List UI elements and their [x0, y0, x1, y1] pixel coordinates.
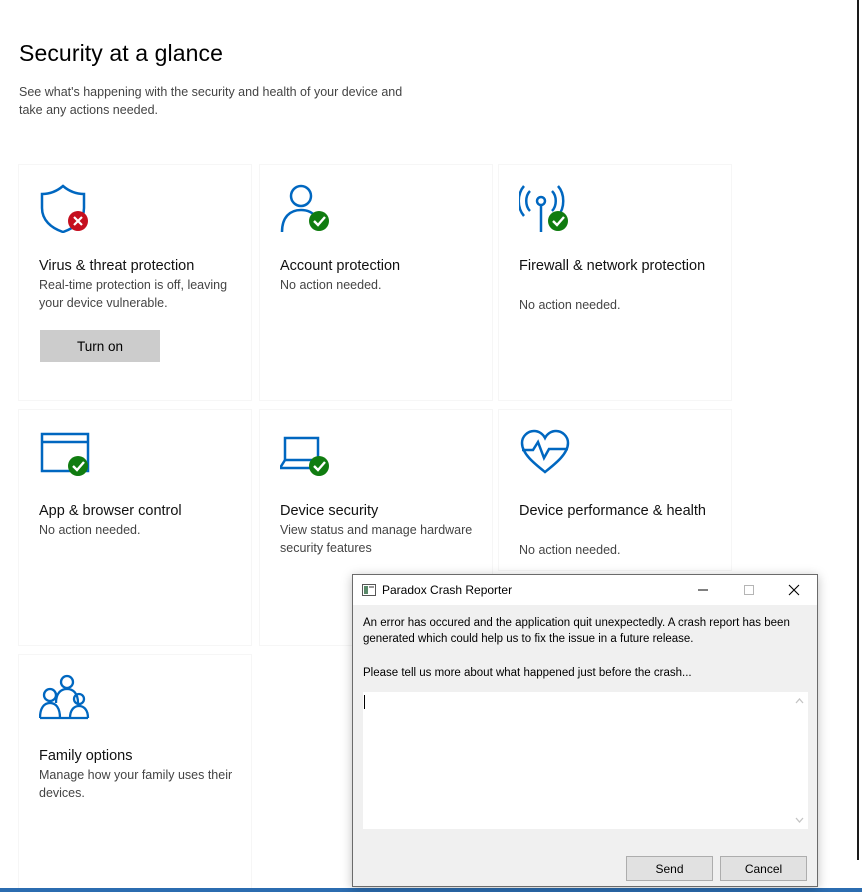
shield-error-icon: [40, 184, 88, 233]
card-title: Device security: [280, 503, 379, 519]
turn-on-button[interactable]: Turn on: [40, 330, 160, 362]
minimize-button[interactable]: [680, 575, 726, 605]
browser-check-icon: [40, 432, 90, 476]
card-app-browser-control[interactable]: App & browser control No action needed.: [19, 410, 251, 645]
firewall-check-icon: [519, 185, 568, 232]
card-account-protection[interactable]: Account protection No action needed.: [260, 165, 492, 400]
dialog-title: Paradox Crash Reporter: [382, 583, 513, 597]
scroll-up-arrow-icon[interactable]: [791, 694, 808, 708]
laptop-check-icon: [280, 436, 329, 476]
error-message: An error has occured and the application…: [363, 617, 790, 645]
card-virus-threat-protection[interactable]: Virus & threat protection Real-time prot…: [19, 165, 251, 400]
card-title: Firewall & network protection: [519, 258, 706, 274]
card-description: Real-time protection is off, leaving you…: [39, 278, 228, 310]
crash-reporter-dialog: Paradox Crash Reporter An error has occu…: [352, 574, 818, 887]
card-device-performance-health[interactable]: Device performance & health No action ne…: [499, 410, 731, 570]
heart-health-icon: [520, 429, 570, 474]
card-title: App & browser control: [39, 503, 182, 519]
card-title: Account protection: [280, 258, 401, 274]
family-icon: [39, 674, 90, 720]
app-window-icon: [362, 584, 376, 596]
card-description: No action needed.: [519, 298, 621, 312]
cancel-button[interactable]: Cancel: [720, 856, 807, 881]
scrollbar-track[interactable]: [857, 0, 859, 860]
page-subtitle: See what's happening with the security a…: [19, 85, 403, 117]
bottom-accent-bar: [0, 888, 862, 892]
card-family-options[interactable]: Family options Manage how your family us…: [19, 655, 251, 888]
card-title: Device performance & health: [519, 503, 706, 519]
card-description: No action needed.: [280, 278, 382, 292]
card-description: No action needed.: [39, 523, 141, 537]
crash-prompt-label: Please tell us more about what happened …: [363, 667, 692, 679]
card-description: View status and manage hardware security…: [280, 523, 473, 555]
page-title: Security at a glance: [19, 40, 224, 66]
maximize-button[interactable]: [726, 575, 772, 605]
crash-description-textarea[interactable]: [363, 692, 791, 829]
textarea-scrollbar[interactable]: [791, 692, 808, 829]
card-description: Manage how your family uses their device…: [39, 768, 233, 800]
text-caret: [364, 695, 365, 709]
card-title: Virus & threat protection: [39, 258, 195, 274]
page-scrollbar[interactable]: [852, 0, 862, 892]
scroll-down-arrow-icon[interactable]: [791, 813, 808, 827]
card-description: No action needed.: [519, 543, 621, 557]
card-firewall-network-protection[interactable]: Firewall & network protection No action …: [499, 165, 731, 400]
send-button[interactable]: Send: [626, 856, 713, 881]
card-title: Family options: [39, 748, 133, 764]
close-button[interactable]: [771, 575, 817, 605]
dialog-titlebar[interactable]: Paradox Crash Reporter: [353, 575, 817, 605]
account-check-icon: [280, 184, 329, 233]
